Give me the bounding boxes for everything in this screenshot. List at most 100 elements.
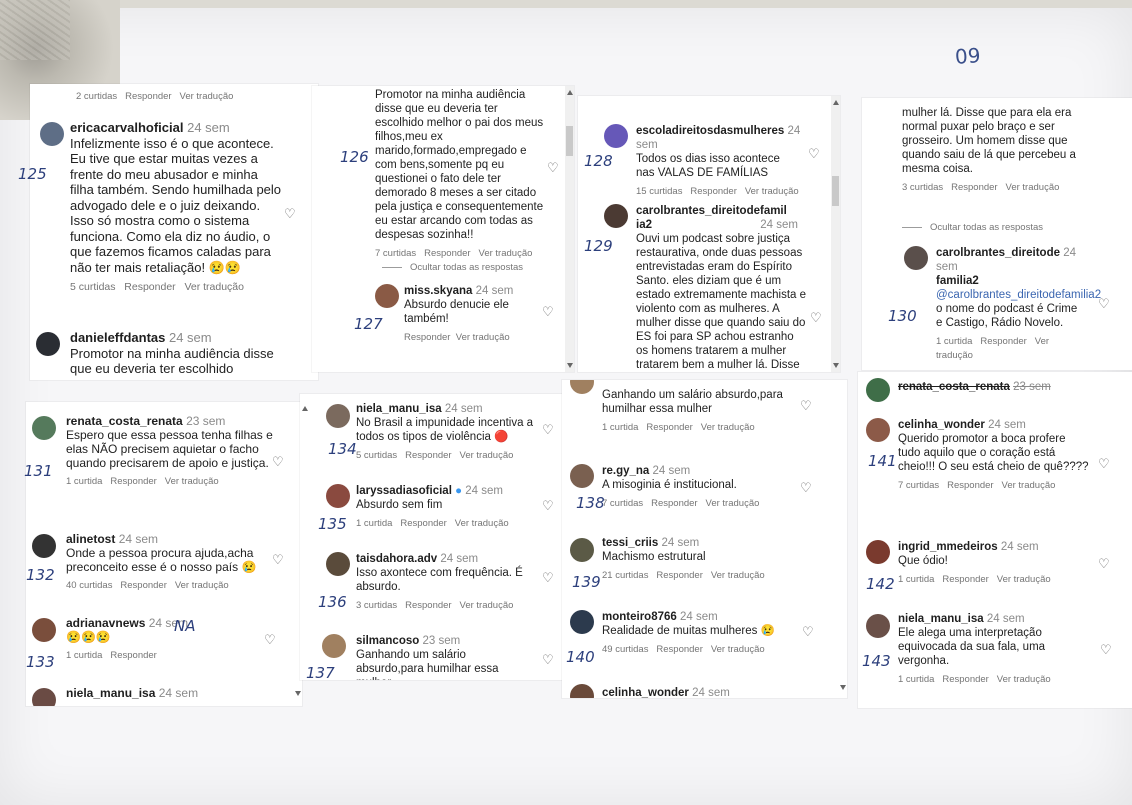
translate-link[interactable]: Ver tradução — [1002, 480, 1056, 491]
hide-replies-link[interactable]: Ocultar todas as respostas — [382, 262, 523, 273]
translate-link[interactable]: Ver tradução — [745, 186, 799, 197]
username[interactable]: carolbrantes_direitode — [936, 247, 1060, 259]
heart-icon[interactable]: ♡ — [808, 146, 820, 162]
reply-link[interactable]: Responder — [942, 574, 988, 585]
heart-icon[interactable]: ♡ — [800, 398, 812, 414]
heart-icon[interactable]: ♡ — [800, 480, 812, 496]
translate-link[interactable]: Ver tradução — [997, 574, 1051, 585]
translate-link[interactable]: Ver tradução — [455, 518, 509, 529]
username[interactable]: ericacarvalhoficial — [70, 120, 183, 135]
heart-icon[interactable]: ♡ — [802, 624, 814, 640]
avatar — [604, 124, 628, 148]
avatar — [866, 540, 890, 564]
translate-link[interactable]: Ver tradução — [997, 674, 1051, 685]
translate-link[interactable]: Ver tradução — [711, 570, 765, 581]
scrollbar[interactable] — [838, 380, 847, 698]
reply-link[interactable]: Responder — [124, 281, 175, 293]
handwritten-mark: 138 — [576, 494, 605, 512]
reply-link[interactable]: Responder — [110, 650, 156, 661]
translate-link[interactable]: Ver tradução — [711, 644, 765, 655]
comment-text: Realidade de muitas mulheres 😢 — [602, 625, 775, 637]
heart-icon[interactable]: ♡ — [542, 570, 554, 586]
translate-link[interactable]: Ver tradução — [184, 281, 244, 293]
reply-link[interactable]: Responder — [120, 580, 166, 591]
username[interactable]: escoladireitosdasmulheres — [636, 125, 784, 137]
heart-icon[interactable]: ♡ — [284, 206, 296, 222]
username[interactable]: taisdahora.adv — [356, 553, 437, 565]
username[interactable]: adrianavnews — [66, 616, 145, 630]
username[interactable]: niela_manu_isa — [356, 403, 442, 415]
translate-link[interactable]: Ver tradução — [701, 422, 755, 433]
heart-icon[interactable]: ♡ — [1098, 556, 1110, 572]
username[interactable]: niela_manu_isa — [66, 686, 155, 700]
comment-text: Ganhando um salário absurdo,para humilha… — [602, 389, 783, 415]
username[interactable]: monteiro8766 — [602, 611, 677, 623]
reply-link[interactable]: Responder — [424, 248, 470, 259]
username[interactable]: laryssadiasoficial — [356, 485, 452, 497]
translate-link[interactable]: Ver tradução — [479, 248, 533, 259]
scrollbar[interactable] — [300, 394, 309, 680]
translate-link[interactable]: Ver tradução — [460, 450, 514, 461]
mention-link[interactable]: @carolbrantes_direitodefamilia2 — [936, 289, 1101, 301]
heart-icon[interactable]: ♡ — [264, 632, 276, 648]
reply-link[interactable]: Responder — [651, 498, 697, 509]
screenshot-7: Ganhando um salário absurdo,para humilha… — [562, 380, 847, 698]
heart-icon[interactable]: ♡ — [542, 652, 554, 668]
username[interactable]: re.gy_na — [602, 465, 649, 477]
hide-replies-link[interactable]: Ocultar todas as respostas — [902, 222, 1043, 233]
username[interactable]: renata_costa_renata — [66, 414, 183, 428]
handwritten-mark: 127 — [354, 315, 383, 333]
username[interactable]: danieleffdantas — [70, 330, 165, 345]
reply-link[interactable]: Responder — [400, 518, 446, 529]
comment: laryssadiasoficial ● 24 sem Absurdo sem … — [356, 484, 536, 531]
translate-link[interactable]: Ver tradução — [165, 476, 219, 487]
translate-link[interactable]: Ver tradução — [175, 580, 229, 591]
username[interactable]: silmancoso — [356, 635, 419, 647]
translate-link[interactable]: Ver tradução — [456, 332, 510, 343]
heart-icon[interactable]: ♡ — [1098, 456, 1110, 472]
heart-icon[interactable]: ♡ — [272, 454, 284, 470]
heart-icon[interactable]: ♡ — [1098, 296, 1110, 312]
reply-link[interactable]: Responder — [656, 644, 702, 655]
reply-link[interactable]: Responder — [951, 182, 997, 193]
reply-link[interactable]: Responder — [947, 480, 993, 491]
timestamp: 24 sem — [168, 330, 212, 345]
heart-icon[interactable]: ♡ — [1100, 642, 1112, 658]
reply-link[interactable]: Responder — [405, 450, 451, 461]
reply-link[interactable]: Responder — [646, 422, 692, 433]
scrollbar[interactable] — [831, 96, 840, 372]
reply-link[interactable]: Responder — [405, 600, 451, 611]
username[interactable]: celinha_wonder — [602, 687, 689, 698]
translate-link[interactable]: Ver tradução — [460, 600, 514, 611]
username[interactable]: niela_manu_isa — [898, 613, 984, 625]
reply-link[interactable]: Responder — [125, 91, 171, 102]
username[interactable]: ingrid_mmedeiros — [898, 541, 998, 553]
heart-icon[interactable]: ♡ — [542, 422, 554, 438]
heart-icon[interactable]: ♡ — [272, 552, 284, 568]
page-number: 09 — [954, 43, 982, 69]
reply-link[interactable]: Responder — [656, 570, 702, 581]
username[interactable]: carolbrantes_direitodefamil — [636, 205, 787, 217]
username[interactable]: alinetost — [66, 532, 115, 546]
avatar — [375, 284, 399, 308]
reply-link[interactable]: Responder — [404, 332, 450, 343]
username[interactable]: miss.skyana — [404, 285, 472, 297]
translate-link[interactable]: Ver tradução — [706, 498, 760, 509]
reply-link[interactable]: Responder — [690, 186, 736, 197]
background-texture — [0, 0, 70, 60]
heart-icon[interactable]: ♡ — [542, 498, 554, 514]
reply-link[interactable]: Responder — [110, 476, 156, 487]
username[interactable]: renata_costa_renata — [898, 381, 1010, 393]
heart-icon[interactable]: ♡ — [547, 160, 559, 176]
comment-continued: mulher lá. Disse que para ela era normal… — [902, 106, 1080, 195]
handwritten-mark: 139 — [572, 573, 601, 591]
translate-link[interactable]: Ver tradução — [180, 91, 234, 102]
scrollbar[interactable] — [565, 86, 574, 372]
reply-link[interactable]: Responder — [942, 674, 988, 685]
heart-icon[interactable]: ♡ — [810, 310, 822, 326]
heart-icon[interactable]: ♡ — [542, 304, 554, 320]
username[interactable]: tessi_criis — [602, 537, 658, 549]
username[interactable]: celinha_wonder — [898, 419, 985, 431]
reply-link[interactable]: Responder — [980, 336, 1026, 347]
translate-link[interactable]: Ver tradução — [1006, 182, 1060, 193]
